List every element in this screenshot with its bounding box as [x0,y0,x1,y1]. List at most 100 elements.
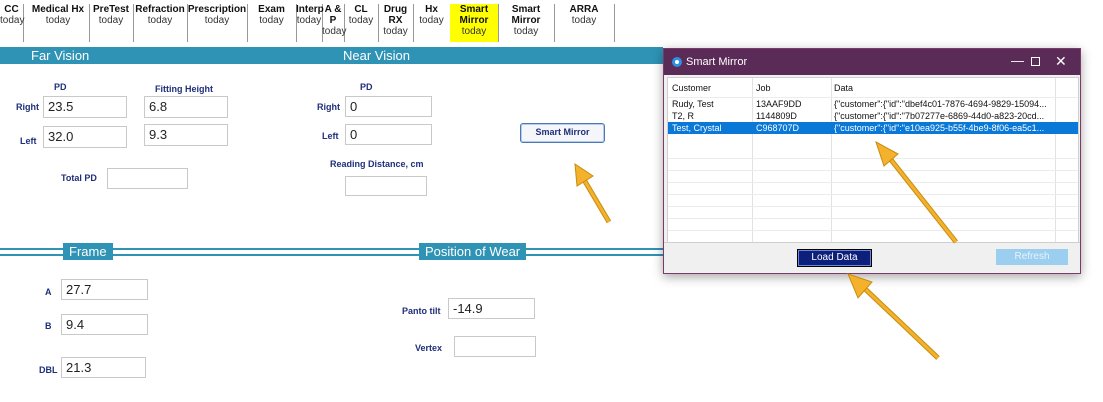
far-right-label: Right [16,102,39,112]
table-cell-customer: Rudy, Test [672,99,714,109]
tab-pretest[interactable]: PreTest today [89,4,134,42]
tab-sublabel: today [322,26,347,37]
tab-sublabel: today [461,26,487,37]
arrow-to-selected-row-icon [875,140,958,244]
tab-label: Drug RX [383,4,408,26]
tab-label: ARRA [569,4,599,15]
table-cell-data: {"customer":{"id":"7b07277e-6869-44d0-a8… [834,111,1045,121]
table-cell-job: 1144809D [756,111,797,121]
frame-b-label: B [45,321,52,331]
tab-sublabel: today [259,15,284,26]
table-cell-data: {"customer":{"id":"dbef4c01-7876-4694-98… [834,99,1047,109]
app-icon [671,56,683,71]
table-row[interactable]: T2, R 1144809D {"customer":{"id":"7b07277e… [668,110,1078,122]
tab-label: A & P [324,4,342,26]
tab-sublabel: today [147,15,173,26]
fitting-height-label: Fitting Height [155,84,213,94]
tab-bar: CC today Medical Hx today PreTest today Refrac… [0,0,1103,42]
left-fitting-height-field[interactable]: 9.3 [144,124,228,146]
maximize-icon[interactable] [1031,57,1040,66]
tab-label: Hx [425,4,438,15]
table-row[interactable]: Test, Crystal C968707D {"customer":{"id":"… [668,122,1078,134]
tab-hx[interactable]: Hx today [413,4,451,42]
tab-cl[interactable]: CL today [344,4,379,42]
tab-sublabel: today [348,15,374,26]
tab-sublabel: today [45,15,71,26]
smart-mirror-button[interactable]: Smart Mirror [520,123,605,143]
load-data-button[interactable]: Load Data [797,249,872,267]
near-left-pd-field[interactable]: 0 [345,124,432,145]
tab-refraction[interactable]: Refraction today [133,4,188,42]
tab-smart-mirror[interactable]: Smart Mirror today [498,4,555,42]
reading-distance-field[interactable] [345,176,427,196]
tab-prescription[interactable]: Prescription today [187,4,248,42]
frame-dbl-field[interactable]: 21.3 [61,357,146,378]
tab-sublabel: today [0,15,25,26]
tab-cc[interactable]: CC today [0,4,24,42]
dialog-title: Smart Mirror [686,56,748,68]
close-icon[interactable]: ✕ [1055,53,1067,70]
table-cell-customer: Test, Crystal [672,123,722,133]
far-near-header-band [0,47,663,64]
frame-a-label: A [45,287,52,297]
tab-sublabel: today [571,15,597,26]
tab-label: Exam [258,4,285,15]
tab-sublabel: today [296,15,322,26]
tab-label: Interp [296,4,324,15]
near-right-label: Right [317,102,340,112]
tab-label: Prescription [187,4,247,15]
reading-distance-label: Reading Distance, cm [330,159,424,169]
table-cell-job: 13AAF9DD [756,99,802,109]
panto-tilt-field[interactable]: -14.9 [448,298,535,319]
dialog-title-bar[interactable]: Smart Mirror — ✕ [664,49,1080,75]
tab-interp[interactable]: Interp today [296,4,324,42]
refresh-button[interactable]: Refresh [996,249,1068,265]
tab-label: CL [354,4,368,15]
frame-title: Frame [63,243,113,260]
tab-sublabel: today [513,26,539,37]
near-pd-label: PD [360,82,373,92]
tab-label: Smart Mirror [511,4,541,26]
tab-medical-hx[interactable]: Medical Hx today [27,4,90,42]
column-header-job[interactable]: Job [756,83,771,93]
frame-a-field[interactable]: 27.7 [61,279,148,300]
arrow-to-smart-mirror-icon [574,163,612,224]
tab-drug-rx[interactable]: Drug RX today [378,4,414,42]
tab-sublabel: today [419,15,444,26]
column-header-data[interactable]: Data [834,83,853,93]
table-cell-job: C968707D [756,123,800,133]
tab-label: CC [4,4,19,15]
tab-label: Smart Mirror [459,4,489,26]
vertex-label: Vertex [415,343,443,353]
total-pd-field[interactable] [107,168,188,189]
tab-exam[interactable]: Exam today [247,4,297,42]
near-right-pd-field[interactable]: 0 [345,96,432,117]
near-vision-title: Near Vision [337,47,416,64]
tab-arra[interactable]: ARRA today [554,4,615,42]
tab-smart-mirror[interactable]: Smart Mirror today [450,4,499,42]
tab-sublabel: today [204,15,230,26]
far-right-pd-field[interactable]: 23.5 [43,96,127,118]
frame-dbl-label: DBL [39,365,58,375]
table-cell-data: {"customer":{"id":"e10ea925-b55f-4be9-8f… [834,123,1045,133]
position-of-wear-title: Position of Wear [419,243,527,260]
far-left-pd-field[interactable]: 32.0 [43,126,127,148]
frame-b-field[interactable]: 9.4 [61,314,148,335]
panto-tilt-label: Panto tilt [402,306,441,316]
tab-a-p[interactable]: A & Ptoday [322,4,347,42]
table-cell-customer: T2, R [672,111,695,121]
tab-label: PreTest [93,4,129,15]
far-pd-label: PD [54,82,67,92]
minimize-icon[interactable]: — [1011,53,1024,68]
right-fitting-height-field[interactable]: 6.8 [144,96,228,118]
vertex-field[interactable] [454,336,536,357]
arrow-to-load-data-icon [847,273,940,360]
tab-label: Medical Hx [31,4,85,15]
tab-sublabel: today [98,15,124,26]
total-pd-label: Total PD [61,173,97,183]
far-vision-title: Far Vision [25,47,96,64]
tab-label: Refraction [135,4,185,15]
column-header-customer[interactable]: Customer [672,83,711,93]
tab-sublabel: today [383,26,408,37]
table-row[interactable]: Rudy, Test 13AAF9DD {"customer":{"id":"dbe… [668,98,1078,110]
